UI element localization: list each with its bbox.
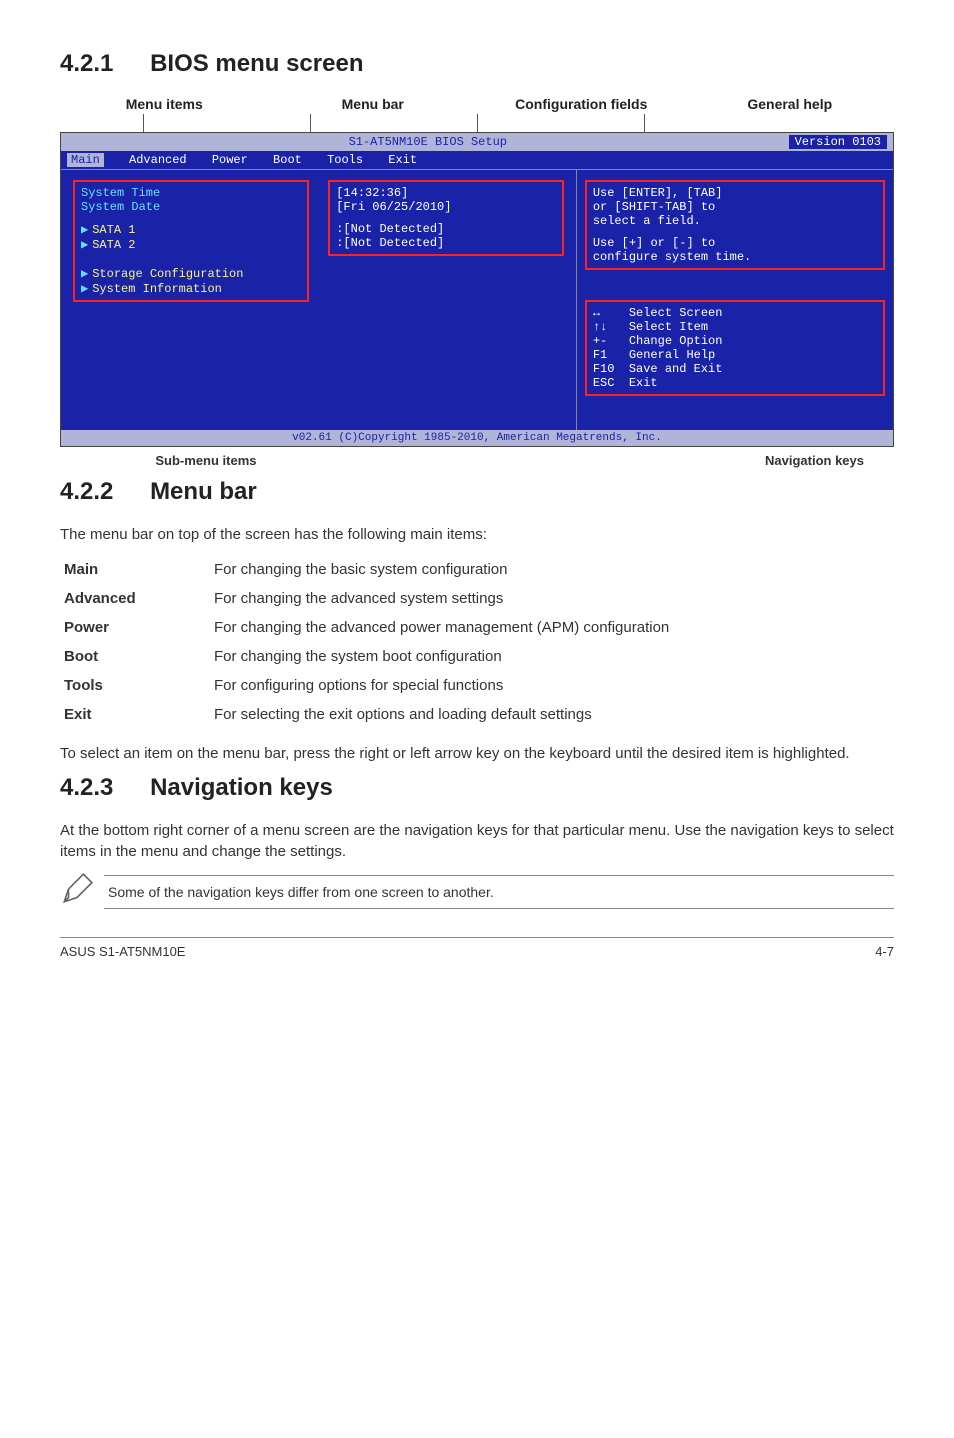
tab-tools[interactable]: Tools	[327, 153, 363, 167]
bios-copyright: v02.61 (C)Copyright 1985-2010, American …	[61, 430, 893, 446]
field-sata2-label[interactable]: SATA 2	[92, 238, 135, 252]
def-val: For selecting the exit options and loadi…	[210, 700, 894, 729]
tab-power[interactable]: Power	[212, 153, 248, 167]
top-label-row: Menu items Menu bar Configuration fields…	[60, 96, 894, 112]
field-sata1-value: :[Not Detected]	[336, 222, 556, 236]
def-val: For changing the basic system configurat…	[210, 555, 894, 584]
def-val: For changing the advanced system setting…	[210, 584, 894, 613]
def-val: For changing the system boot configurati…	[210, 642, 894, 671]
def-key: Exit	[60, 700, 210, 729]
section-paragraph: To select an item on the menu bar, press…	[60, 743, 894, 764]
table-row: MainFor changing the basic system config…	[60, 555, 894, 584]
help-line: or [SHIFT-TAB] to	[593, 200, 877, 214]
help-line: select a field.	[593, 214, 877, 228]
bios-nav-keys: ↔Select Screen ↑↓Select Item +-Change Op…	[585, 300, 885, 396]
bios-title: S1-AT5NM10E BIOS Setup	[67, 135, 789, 149]
table-row: PowerFor changing the advanced power man…	[60, 613, 894, 642]
label-menu-bar: Menu bar	[269, 96, 478, 112]
menu-definitions-table: MainFor changing the basic system config…	[60, 555, 894, 729]
def-key: Main	[60, 555, 210, 584]
chevron-right-icon: ▶	[81, 282, 88, 296]
nav-text: Save and Exit	[629, 362, 723, 376]
def-key: Tools	[60, 671, 210, 700]
nav-key: +-	[593, 334, 629, 348]
field-system-time-label: System Time	[81, 186, 301, 200]
bios-menu-bar: Main Advanced Power Boot Tools Exit	[61, 151, 893, 170]
table-row: ToolsFor configuring options for special…	[60, 671, 894, 700]
field-system-time-value[interactable]: [14:32:36]	[336, 186, 556, 200]
below-label-row: Sub-menu items Navigation keys	[60, 453, 894, 468]
label-menu-items: Menu items	[60, 96, 269, 112]
section-title: BIOS menu screen	[150, 50, 363, 77]
chevron-right-icon: ▶	[81, 267, 88, 281]
section-number: 4.2.2	[60, 478, 113, 506]
tab-exit[interactable]: Exit	[388, 153, 417, 167]
def-val: For changing the advanced power manageme…	[210, 613, 894, 642]
help-line: Use [ENTER], [TAB]	[593, 186, 877, 200]
help-line: configure system time.	[593, 250, 877, 264]
tab-boot[interactable]: Boot	[273, 153, 302, 167]
nav-key: F10	[593, 362, 629, 376]
field-sata2-value: :[Not Detected]	[336, 236, 556, 250]
def-key: Power	[60, 613, 210, 642]
table-row: ExitFor selecting the exit options and l…	[60, 700, 894, 729]
section-heading-421: 4.2.1 BIOS menu screen	[60, 50, 894, 78]
page-footer: ASUS S1-AT5NM10E 4-7	[60, 937, 894, 959]
nav-key: ESC	[593, 376, 629, 390]
field-system-date-value[interactable]: [Fri 06/25/2010]	[336, 200, 556, 214]
bios-left-pane: System Time System Date ▶SATA 1 ▶SATA 2 …	[61, 170, 577, 430]
nav-text: Change Option	[629, 334, 723, 348]
note-text: Some of the navigation keys differ from …	[104, 875, 894, 909]
footer-left: ASUS S1-AT5NM10E	[60, 944, 185, 959]
help-line: Use [+] or [-] to	[593, 236, 877, 250]
section-heading-422: 4.2.2 Menu bar	[60, 478, 894, 506]
nav-key: ↑↓	[593, 320, 629, 334]
label-general-help: General help	[686, 96, 895, 112]
nav-text: Select Screen	[629, 306, 723, 320]
section-number: 4.2.3	[60, 774, 113, 802]
nav-key: F1	[593, 348, 629, 362]
section-title: Menu bar	[150, 478, 257, 505]
section-paragraph: At the bottom right corner of a menu scr…	[60, 820, 894, 862]
section-title: Navigation keys	[150, 774, 333, 801]
label-config-fields: Configuration fields	[477, 96, 686, 112]
section-heading-423: 4.2.3 Navigation keys	[60, 774, 894, 802]
table-row: AdvancedFor changing the advanced system…	[60, 584, 894, 613]
tab-main[interactable]: Main	[67, 153, 104, 167]
def-val: For configuring options for special func…	[210, 671, 894, 700]
connector-lines	[60, 114, 894, 132]
bios-screenshot: S1-AT5NM10E BIOS Setup Version 0103 Main…	[60, 132, 894, 447]
chevron-right-icon: ▶	[81, 223, 88, 237]
nav-key: ↔	[593, 306, 629, 320]
nav-text: Select Item	[629, 320, 708, 334]
bios-right-pane: Use [ENTER], [TAB] or [SHIFT-TAB] to sel…	[577, 170, 893, 430]
submenu-sysinfo[interactable]: System Information	[92, 282, 222, 296]
bios-version: Version 0103	[789, 135, 887, 149]
label-navigation-keys: Navigation keys	[352, 453, 894, 468]
field-system-date-label: System Date	[81, 200, 301, 214]
nav-text: Exit	[629, 376, 658, 390]
footer-right: 4-7	[875, 944, 894, 959]
section-intro: The menu bar on top of the screen has th…	[60, 524, 894, 545]
label-submenu-items: Sub-menu items	[60, 453, 352, 468]
pencil-icon	[60, 872, 104, 911]
field-sata1-label[interactable]: SATA 1	[92, 223, 135, 237]
def-key: Boot	[60, 642, 210, 671]
chevron-right-icon: ▶	[81, 238, 88, 252]
section-number: 4.2.1	[60, 50, 113, 78]
bios-title-bar: S1-AT5NM10E BIOS Setup Version 0103	[61, 133, 893, 151]
tab-advanced[interactable]: Advanced	[129, 153, 187, 167]
submenu-storage[interactable]: Storage Configuration	[92, 267, 243, 281]
table-row: BootFor changing the system boot configu…	[60, 642, 894, 671]
def-key: Advanced	[60, 584, 210, 613]
nav-text: General Help	[629, 348, 715, 362]
note-block: Some of the navigation keys differ from …	[60, 872, 894, 911]
